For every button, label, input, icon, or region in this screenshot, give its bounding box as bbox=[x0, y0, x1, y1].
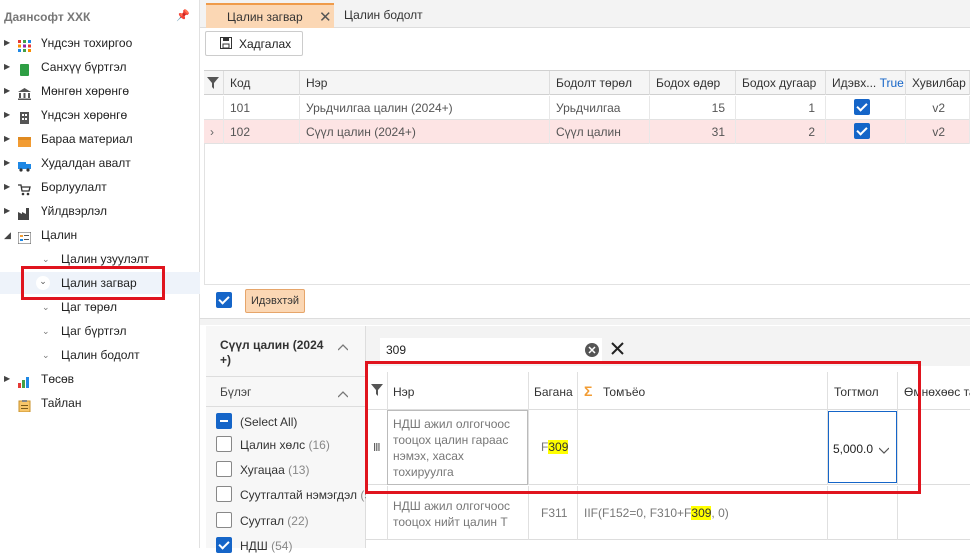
collapse-arrow-icon[interactable]: ◢ bbox=[4, 224, 11, 246]
box-icon bbox=[18, 133, 31, 147]
splitter[interactable] bbox=[200, 318, 970, 325]
col-calc-day[interactable]: Бодох өдөр bbox=[650, 71, 736, 95]
filter-chip-active[interactable]: Идэвхтэй bbox=[245, 289, 305, 313]
option-duration[interactable]: Хугацаа (13) bbox=[216, 460, 366, 480]
expand-arrow-icon[interactable]: ▶ bbox=[4, 32, 10, 54]
close-search-icon[interactable] bbox=[611, 342, 624, 358]
table-row[interactable]: 101 Урьдчилгаа цалин (2024+) Урьдчилгаа … bbox=[204, 96, 970, 120]
highlight-box-grid bbox=[365, 361, 921, 494]
save-button[interactable]: Хадгалах bbox=[205, 31, 303, 56]
search-input[interactable]: 309 bbox=[380, 338, 602, 362]
sidebar-item-finance[interactable]: ▶ Санхүү бүртгэл bbox=[0, 56, 200, 78]
factory-icon bbox=[18, 205, 31, 220]
filter-panel-title: Сүүл цалин (2024 +) bbox=[220, 338, 324, 367]
tab-salary-template[interactable]: Цалин загвар ✕ bbox=[206, 3, 334, 28]
sidebar-item-time-record[interactable]: ⌄ Цаг бүртгэл bbox=[0, 320, 200, 342]
option-salary[interactable]: Цалин хөлс (16) bbox=[216, 435, 366, 455]
chevron-up-icon[interactable] bbox=[337, 387, 349, 401]
bar-chart-icon bbox=[18, 373, 31, 388]
building-icon bbox=[18, 109, 31, 124]
row-indicator-icon: › bbox=[204, 120, 224, 144]
pin-icon[interactable]: 📌 bbox=[176, 9, 190, 22]
expand-arrow-icon[interactable]: ▶ bbox=[4, 56, 10, 78]
expand-arrow-icon[interactable]: ▶ bbox=[4, 368, 10, 390]
sidebar-item-purchase[interactable]: ▶ Худалдан авалт bbox=[0, 152, 200, 174]
expand-arrow-icon[interactable]: ▶ bbox=[4, 176, 10, 198]
company-title: Даянсофт ХХК bbox=[4, 10, 91, 24]
group-label: Бүлэг bbox=[220, 385, 252, 399]
cart-icon bbox=[18, 181, 31, 196]
sidebar-item-inventory[interactable]: ▶ Бараа материал bbox=[0, 128, 200, 150]
active-checkbox[interactable] bbox=[854, 123, 870, 139]
clear-search-icon[interactable] bbox=[585, 343, 599, 357]
filter-panel: Сүүл цалин (2024 +) Бүлэг (Select All) Ц… bbox=[206, 326, 366, 553]
col-name[interactable]: Нэр bbox=[300, 71, 550, 95]
sidebar-item-cash[interactable]: ▶ Мөнгөн хөрөнгө bbox=[0, 80, 200, 102]
option-deductible-bonus[interactable]: Суутгалтай нэмэгдэл (5 bbox=[216, 485, 366, 505]
highlight-box-sidebar bbox=[21, 266, 165, 300]
col-active[interactable]: Идэвх... True bbox=[826, 71, 906, 95]
filter-enable-checkbox[interactable] bbox=[216, 292, 232, 308]
active-filter-value: True bbox=[879, 76, 904, 90]
expand-arrow-icon[interactable]: ▶ bbox=[4, 152, 10, 174]
book-icon bbox=[18, 61, 31, 76]
sidebar-item-salary[interactable]: ◢ Цалин bbox=[0, 224, 200, 246]
option-select-all[interactable]: (Select All) bbox=[216, 412, 366, 432]
top-grid-header: Код Нэр Бодолт төрөл Бодох өдөр Бодох ду… bbox=[204, 70, 970, 95]
tab-salary-calc[interactable]: Цалин бодолт bbox=[338, 3, 423, 28]
truck-icon bbox=[18, 157, 31, 172]
col-calc-number[interactable]: Бодох дугаар bbox=[736, 71, 826, 95]
chevron-up-icon[interactable] bbox=[337, 340, 349, 354]
expand-arrow-icon[interactable]: ▶ bbox=[4, 200, 10, 222]
checkbox-indeterminate[interactable] bbox=[216, 413, 232, 429]
filter-icon[interactable] bbox=[204, 71, 224, 95]
checkbox[interactable] bbox=[216, 486, 232, 502]
col-version[interactable]: Хувилбар bbox=[906, 71, 970, 95]
checkbox[interactable] bbox=[216, 461, 232, 477]
grid-icon bbox=[18, 37, 31, 52]
expand-arrow-icon[interactable]: ▶ bbox=[4, 104, 10, 126]
sidebar-item-salary-calc[interactable]: ⌄ Цалин бодолт bbox=[0, 344, 200, 366]
expand-arrow-icon[interactable]: ▶ bbox=[4, 128, 10, 150]
option-ndsh[interactable]: НДШ (54) bbox=[216, 536, 366, 556]
option-deduction[interactable]: Суутгал (22) bbox=[216, 511, 366, 531]
table-row[interactable]: НДШ ажил олгогчоос тооцох нийт цалин Т F… bbox=[366, 486, 970, 540]
clipboard-icon bbox=[18, 397, 31, 413]
checkbox-checked[interactable] bbox=[216, 537, 232, 553]
sidebar-item-fixed-assets[interactable]: ▶ Үндсэн хөрөнгө bbox=[0, 104, 200, 126]
col-code[interactable]: Код bbox=[224, 71, 300, 95]
chevron-down-icon: ⌄ bbox=[42, 326, 50, 336]
bank-icon bbox=[18, 85, 31, 100]
sidebar-item-production[interactable]: ▶ Үйлдвэрлэл bbox=[0, 200, 200, 222]
table-row-selected[interactable]: › 102 Сүүл цалин (2024+) Сүүл цалин 31 2… bbox=[204, 120, 970, 144]
sidebar-item-basic-settings[interactable]: ▶ Үндсэн тохиргоо bbox=[0, 32, 200, 54]
sidebar-item-sales[interactable]: ▶ Борлуулалт bbox=[0, 176, 200, 198]
sidebar-item-budget[interactable]: ▶ Төсөв bbox=[0, 368, 200, 390]
chevron-down-icon: ⌄ bbox=[42, 350, 50, 360]
salary-icon bbox=[17, 229, 32, 245]
expand-arrow-icon[interactable]: ▶ bbox=[4, 80, 10, 102]
floppy-disk-icon bbox=[220, 37, 232, 52]
checkbox[interactable] bbox=[216, 436, 232, 452]
sidebar-item-report[interactable]: Тайлан bbox=[0, 392, 200, 414]
tab-bar: Цалин загвар ✕ Цалин бодолт bbox=[200, 0, 970, 28]
checkbox[interactable] bbox=[216, 512, 232, 528]
close-icon[interactable]: ✕ bbox=[319, 5, 332, 30]
active-checkbox[interactable] bbox=[854, 99, 870, 115]
col-calc-type[interactable]: Бодолт төрөл bbox=[550, 71, 650, 95]
